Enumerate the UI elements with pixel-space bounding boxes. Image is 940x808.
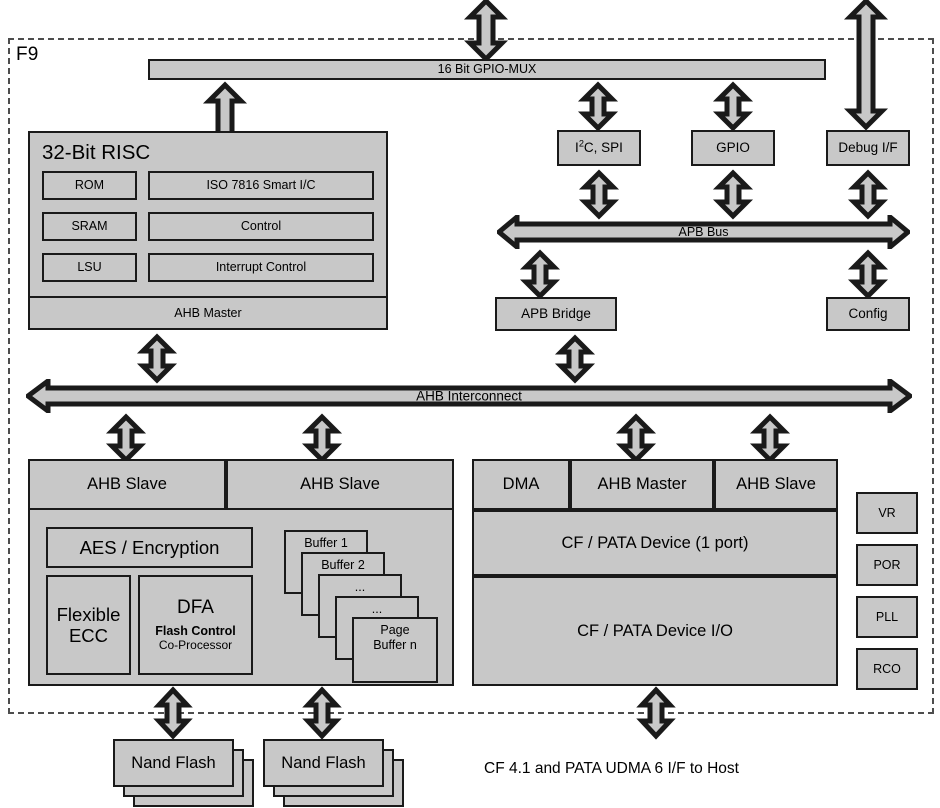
analog-pll-label: PLL <box>875 609 899 624</box>
page-buffer-card-n: Page Buffer n <box>352 617 438 683</box>
risc-title: 32-Bit RISC <box>42 141 151 164</box>
peripheral-i2c-spi-label: I2C, SPI <box>575 138 623 156</box>
risc-ahb-master: AHB Master <box>28 296 388 330</box>
risc-control: Control <box>148 212 374 241</box>
dfa-title-label: DFA <box>177 596 214 618</box>
analog-por: POR <box>856 544 918 586</box>
flash-ahb-slave-right: AHB Slave <box>226 459 454 510</box>
risc-lsu: LSU <box>42 253 137 282</box>
analog-rco: RCO <box>856 648 918 690</box>
risc-sram: SRAM <box>42 212 137 241</box>
nand-flash-right-label: Nand Flash <box>281 753 366 772</box>
nand-flash-stack-left: Nand Flash <box>113 739 254 808</box>
cf-ahb-master-label: AHB Master <box>597 475 687 494</box>
risc-interrupt-control-label: Interrupt Control <box>215 260 307 275</box>
cf-dma: DMA <box>472 459 570 510</box>
flexible-ecc-label-line1: Flexible <box>56 603 121 625</box>
analog-rco-label: RCO <box>873 661 901 676</box>
cf-pata-device-io-label: CF / PATA Device I/O <box>577 621 733 640</box>
flash-ahb-slave-left-label: AHB Slave <box>87 475 167 494</box>
peripheral-i2c-spi: I2C, SPI <box>557 130 641 166</box>
cf-pata-device-label: CF / PATA Device (1 port) <box>561 533 749 552</box>
analog-por-label: POR <box>873 557 901 572</box>
nand-flash-stack-right: Nand Flash <box>263 739 404 808</box>
aes-encryption-label: AES / Encryption <box>79 536 220 558</box>
dfa-sub1-label: Flash Control <box>155 623 236 638</box>
page-buffer-card-1-label: Buffer 1 <box>304 536 348 550</box>
config-block-label: Config <box>848 306 888 322</box>
risc-rom-label: ROM <box>74 178 105 193</box>
cf-pata-device-io: CF / PATA Device I/O <box>472 576 838 686</box>
bus-gpio-mux-label: 16 Bit GPIO-MUX <box>437 62 537 77</box>
dfa-flash-control-block: DFA Flash Control Co-Processor <box>138 575 253 675</box>
risc-iso7816-label: ISO 7816 Smart I/C <box>206 178 316 193</box>
bus-gpio-mux: 16 Bit GPIO-MUX <box>148 59 826 80</box>
flexible-ecc-label-line2: ECC <box>68 625 109 646</box>
bus-apb-label: APB Bus <box>678 225 729 239</box>
page-buffer-card-n-label-line2: Buffer n <box>373 638 417 652</box>
risc-control-label: Control <box>240 219 282 234</box>
peripheral-debug-if: Debug I/F <box>826 130 910 166</box>
chip-label: F9 <box>16 44 39 65</box>
config-block: Config <box>826 297 910 331</box>
page-buffer-card-3-label: ... <box>354 580 366 594</box>
bus-ahb-interconnect: AHB Interconnect <box>23 376 915 416</box>
nand-flash-right: Nand Flash <box>263 739 384 787</box>
flash-ahb-slave-left: AHB Slave <box>28 459 226 510</box>
risc-iso7816: ISO 7816 Smart I/C <box>148 171 374 200</box>
nand-flash-left: Nand Flash <box>113 739 234 787</box>
risc-interrupt-control: Interrupt Control <box>148 253 374 282</box>
cf-ahb-master: AHB Master <box>570 459 714 510</box>
host-interface-note: CF 4.1 and PATA UDMA 6 I/F to Host <box>484 760 739 777</box>
cf-pata-device: CF / PATA Device (1 port) <box>472 510 838 576</box>
risc-ahb-master-label: AHB Master <box>174 305 242 320</box>
flexible-ecc-block: Flexible ECC <box>46 575 131 675</box>
peripheral-gpio-label: GPIO <box>716 140 750 156</box>
analog-pll: PLL <box>856 596 918 638</box>
block-diagram-canvas: F9 16 Bit GPIO-MUX 32-Bit RISC ROM SRAM … <box>0 0 940 808</box>
risc-rom: ROM <box>42 171 137 200</box>
dfa-sub2-label: Co-Processor <box>158 638 233 653</box>
risc-lsu-label: LSU <box>77 260 102 275</box>
risc-sram-label: SRAM <box>71 219 108 234</box>
cf-ahb-slave-label: AHB Slave <box>736 475 816 494</box>
nand-flash-left-label: Nand Flash <box>131 753 216 772</box>
peripheral-debug-if-label: Debug I/F <box>838 140 898 156</box>
analog-vr: VR <box>856 492 918 534</box>
page-buffer-card-4-label: ... <box>371 602 383 616</box>
flash-ahb-slave-right-label: AHB Slave <box>300 475 380 494</box>
bus-ahb-interconnect-label: AHB Interconnect <box>416 388 522 404</box>
analog-vr-label: VR <box>878 505 896 520</box>
cf-ahb-slave: AHB Slave <box>714 459 838 510</box>
apb-bridge-label: APB Bridge <box>521 306 591 322</box>
cf-dma-label: DMA <box>502 475 540 494</box>
page-buffer-card-2-label: Buffer 2 <box>321 558 365 572</box>
apb-bridge: APB Bridge <box>495 297 617 331</box>
bus-apb: APB Bus <box>495 211 912 253</box>
aes-encryption-block: AES / Encryption <box>46 527 253 568</box>
peripheral-gpio: GPIO <box>691 130 775 166</box>
page-buffer-card-n-label-line1: Page <box>380 623 410 637</box>
